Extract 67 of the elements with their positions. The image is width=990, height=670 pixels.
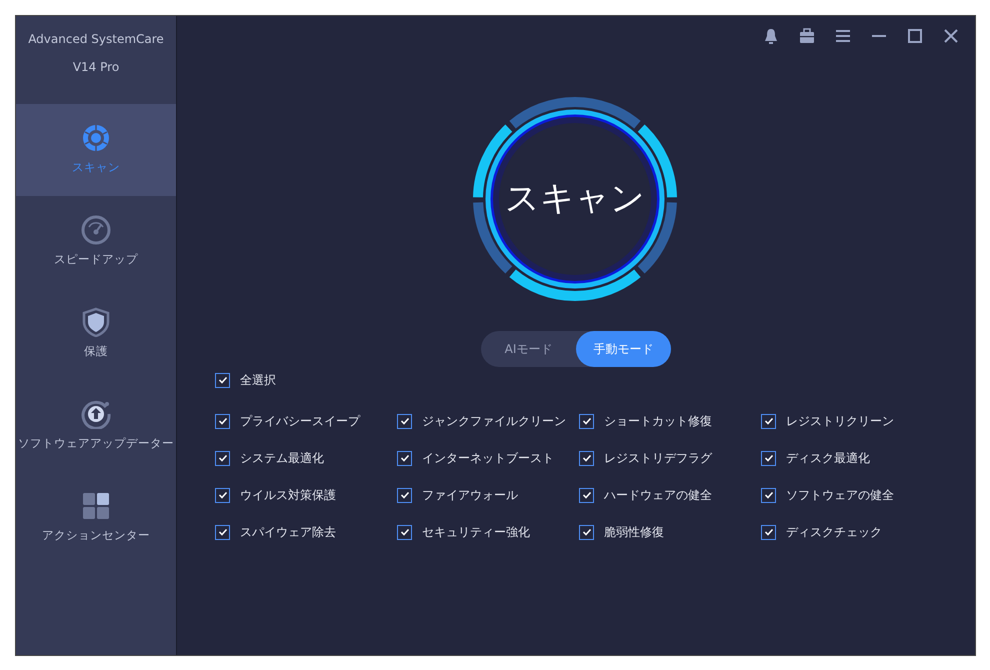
checkmark-icon (218, 416, 228, 426)
option-label: レジストリデフラグ (604, 450, 712, 467)
shield-icon (81, 307, 111, 338)
checkbox[interactable] (579, 450, 594, 466)
option-label: ジャンクファイルクリーン (422, 413, 566, 430)
option-label: ディスク最適化 (786, 450, 870, 467)
checkbox[interactable] (579, 524, 594, 540)
checkmark-icon (400, 490, 410, 500)
select-all-label: 全選択 (240, 372, 276, 389)
checkbox[interactable] (761, 414, 776, 428)
option-label: 脆弱性修復 (604, 524, 664, 541)
checkbox[interactable] (397, 414, 412, 428)
checkmark-icon (400, 527, 410, 537)
option-label: レジストリクリーン (786, 413, 894, 430)
scan-icon (81, 123, 111, 154)
checkmark-icon (764, 453, 774, 463)
checkmark-icon (218, 375, 228, 385)
option-label: プライバシースイープ (240, 413, 360, 430)
checkmark-icon (218, 490, 228, 500)
option-label: スパイウェア除去 (240, 524, 336, 541)
checkmark-icon (582, 527, 592, 537)
option-label: ショートカット修復 (604, 413, 712, 430)
checkbox[interactable] (215, 372, 230, 388)
checkbox[interactable] (761, 450, 776, 466)
mode-tab[interactable]: 手動モード (576, 331, 671, 367)
option-label: ハードウェアの健全 (604, 487, 712, 504)
checkmark-icon (218, 453, 228, 463)
sidebar-item[interactable]: ソフトウェアアップデーター (16, 380, 176, 472)
checkmark-icon (582, 490, 592, 500)
option-label: ウイルス対策保護 (240, 487, 336, 504)
checkbox[interactable] (397, 450, 412, 466)
checkmark-icon (400, 453, 410, 463)
mode-tab[interactable]: AIモード (481, 331, 576, 367)
checkbox[interactable] (579, 414, 594, 428)
checkbox[interactable] (215, 450, 230, 466)
checkbox[interactable] (215, 488, 230, 502)
option-label: インターネットブースト (422, 450, 554, 467)
checkbox[interactable] (215, 524, 230, 540)
option-label: ソフトウェアの健全 (786, 487, 894, 504)
scan-button[interactable]: スキャン (470, 94, 680, 304)
checkbox[interactable] (761, 524, 776, 540)
app-version: V14 Pro (72, 59, 120, 76)
option-label: ファイアウォール (422, 487, 518, 504)
app-title: Advanced SystemCare (28, 31, 164, 48)
sidebar-item[interactable]: 保護 (16, 288, 176, 380)
checkmark-icon (400, 416, 410, 426)
option-label: システム最適化 (240, 450, 324, 467)
grid-icon (81, 491, 111, 522)
option-label: セキュリティー強化 (422, 524, 530, 541)
checkmark-icon (582, 453, 592, 463)
checkmark-icon (582, 416, 592, 426)
checkmark-icon (764, 527, 774, 537)
gauge-icon (81, 215, 111, 246)
briefcase-icon[interactable] (797, 26, 817, 46)
sidebar-item[interactable]: スピードアップ (16, 196, 176, 288)
checkmark-icon (218, 527, 228, 537)
option-label: ディスクチェック (786, 524, 882, 541)
checkmark-icon (764, 416, 774, 426)
checkbox[interactable] (579, 488, 594, 502)
sidebar-item[interactable]: アクションセンター (16, 472, 176, 564)
maximize-icon[interactable] (905, 26, 925, 46)
upload-icon (81, 399, 111, 430)
checkbox[interactable] (761, 488, 776, 502)
checkbox[interactable] (397, 524, 412, 540)
checkmark-icon (764, 490, 774, 500)
checkbox[interactable] (397, 488, 412, 502)
checkbox[interactable] (215, 414, 230, 428)
